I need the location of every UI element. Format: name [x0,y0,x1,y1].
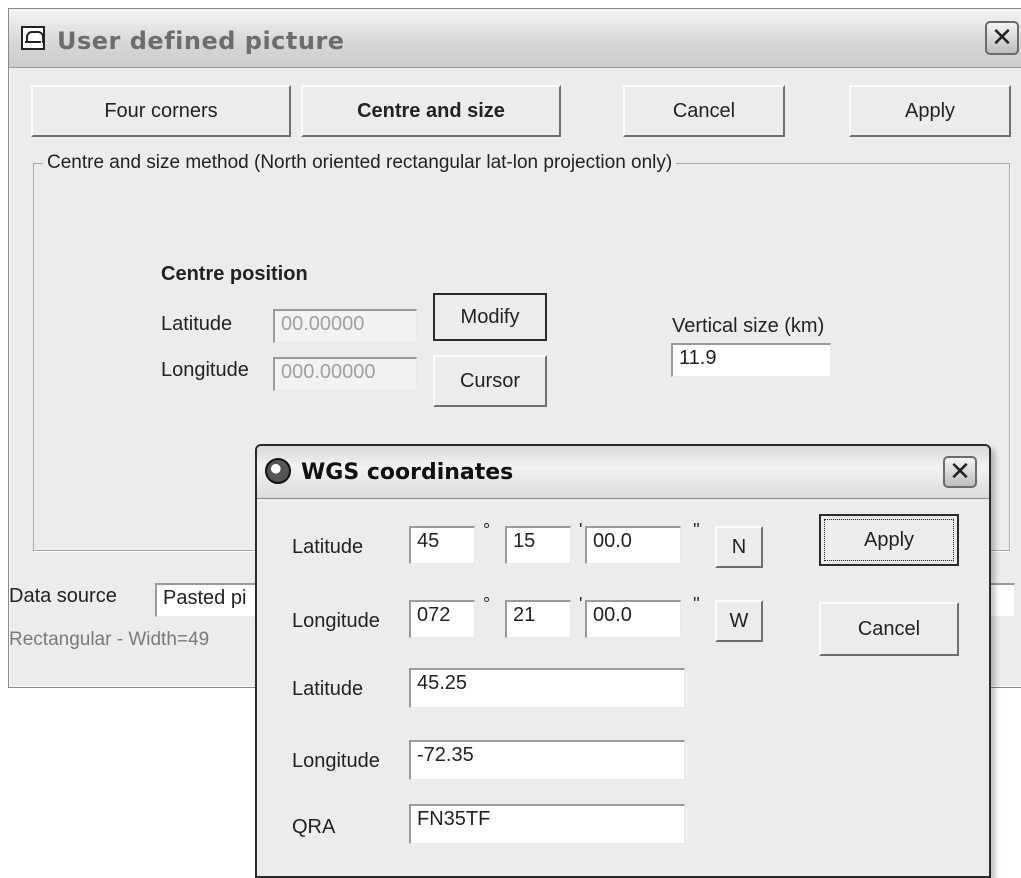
degree-mark: ° [483,520,491,540]
longitude-minutes-field[interactable]: 21 [505,600,571,638]
wgs-coordinates-dialog: WGS coordinates ✕ Latitude 45 ° 15 ' 00.… [255,444,991,878]
four-corners-button[interactable]: Four corners [31,85,291,137]
latitude-seconds-field[interactable]: 00.0 [585,526,681,564]
dms-latitude-label: Latitude [292,536,364,558]
close-icon[interactable]: ✕ [985,21,1019,55]
minute-mark: ' [579,520,583,540]
modify-button[interactable]: Modify [433,293,547,341]
window-title: User defined picture [57,27,345,55]
dialog-apply-button[interactable]: Apply [819,514,959,566]
decimal-longitude-field[interactable]: -72.35 [409,740,685,780]
decimal-latitude-label: Latitude [292,678,364,700]
dialog-title-bar: WGS coordinates ✕ [257,446,989,499]
apply-button[interactable]: Apply [849,85,1011,137]
group-title: Centre and size method (North oriented r… [43,152,677,174]
qra-field[interactable]: FN35TF [409,804,685,844]
data-source-label: Data source [9,585,117,607]
centre-and-size-button[interactable]: Centre and size [301,85,561,137]
vertical-size-label: Vertical size (km) [672,315,825,337]
cancel-button[interactable]: Cancel [623,85,785,137]
status-text: Rectangular - Width=49 [9,629,210,650]
degree-mark: ° [483,594,491,614]
centre-position-heading: Centre position [161,263,308,285]
dialog-title: WGS coordinates [301,460,514,485]
west-hemisphere-button[interactable]: W [715,600,763,642]
dms-longitude-label: Longitude [292,610,380,632]
vertical-size-field[interactable]: 11.9 [671,343,831,377]
longitude-field[interactable]: 000.00000 [273,357,417,391]
second-mark: '' [693,520,700,540]
latitude-label: Latitude [161,313,233,335]
latitude-minutes-field[interactable]: 15 [505,526,571,564]
longitude-degrees-field[interactable]: 072 [409,600,475,638]
dialog-cancel-button[interactable]: Cancel [819,602,959,656]
longitude-seconds-field[interactable]: 00.0 [585,600,681,638]
second-mark: '' [693,594,700,614]
latitude-field[interactable]: 00.00000 [273,309,417,343]
globe-icon [265,458,291,484]
north-hemisphere-button[interactable]: N [715,526,763,568]
minute-mark: ' [579,594,583,614]
title-bar: User defined picture ✕ [9,9,1021,68]
latitude-degrees-field[interactable]: 45 [409,526,475,564]
cursor-button[interactable]: Cursor [433,355,547,407]
qra-label: QRA [292,816,336,838]
decimal-latitude-field[interactable]: 45.25 [409,668,685,708]
dialog-close-icon[interactable]: ✕ [943,456,977,488]
picture-app-icon [21,26,45,50]
decimal-longitude-label: Longitude [292,750,380,772]
longitude-label: Longitude [161,359,249,381]
